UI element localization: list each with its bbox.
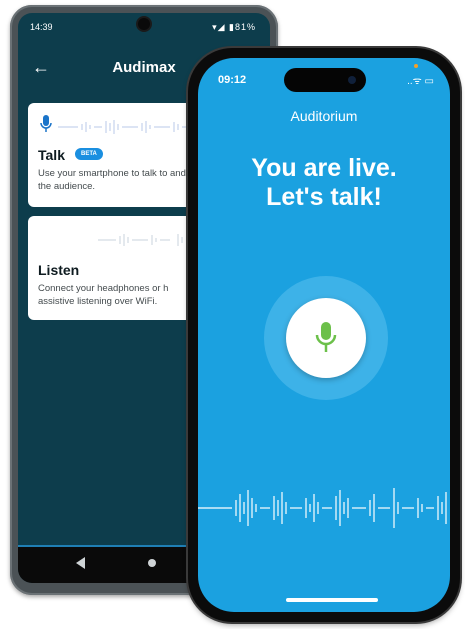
privacy-indicator-dot (414, 64, 418, 68)
iphone-status-time: 09:12 (218, 74, 247, 86)
headline-line-2: Let's talk! (266, 183, 382, 211)
mic-button[interactable] (286, 298, 366, 378)
android-status-indicators: ▾◢ ▮81% (212, 22, 256, 32)
headline-line-1: You are live. (251, 154, 397, 182)
iphone: 09:12 ..ᯤ ▭ Auditorium You are live. Let… (188, 48, 460, 622)
iphone-status-indicators: ..ᯤ ▭ (407, 76, 434, 87)
android-status-time: 14:39 (30, 22, 53, 32)
microphone-icon (40, 115, 52, 137)
front-camera (138, 18, 150, 30)
beta-badge: BETA (75, 148, 103, 160)
listen-title: Listen (38, 262, 80, 278)
room-title: Auditorium (290, 108, 358, 124)
talk-description: Use your smartphone to talk to and the a… (38, 168, 186, 192)
circle-home-icon[interactable] (148, 559, 156, 567)
live-headline: You are live. Let's talk! (198, 154, 450, 212)
microphone-icon (315, 322, 337, 352)
listen-description: Connect your headphones or h assistive l… (38, 283, 169, 307)
live-waveform-icon (198, 488, 447, 528)
home-indicator[interactable] (286, 598, 378, 602)
camera-lens-icon (348, 76, 356, 84)
triangle-back-icon[interactable] (76, 557, 85, 569)
android-status-bar: 14:39 ▾◢ ▮81% (18, 13, 270, 37)
iphone-screen: 09:12 ..ᯤ ▭ Auditorium You are live. Let… (198, 58, 450, 612)
talk-title: Talk (38, 147, 65, 163)
dynamic-island (284, 68, 366, 92)
